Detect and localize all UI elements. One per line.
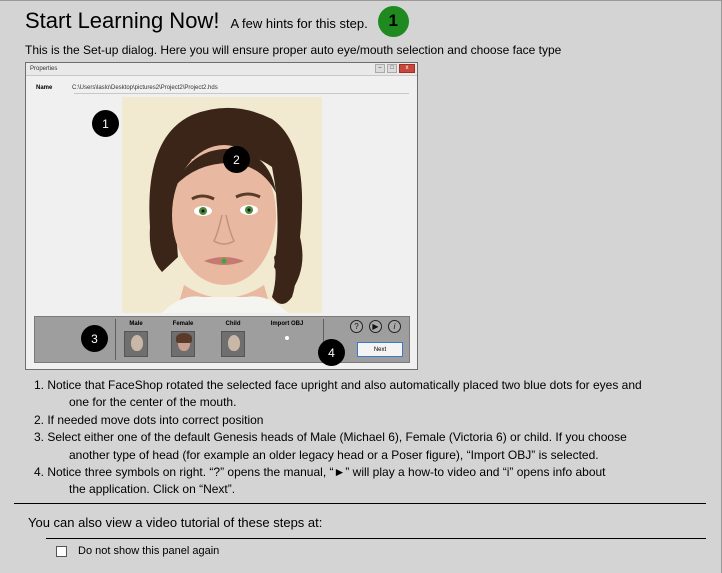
next-button[interactable]: Next xyxy=(357,342,403,357)
step-3-continued: another type of head (for example an old… xyxy=(69,447,599,462)
top-border xyxy=(0,0,722,1)
head-option-female[interactable]: Female xyxy=(163,321,203,357)
head-type-panel: 3 Male Female Child Import OBJ 4 ? ▶ i N… xyxy=(34,316,410,366)
head-option-import-obj[interactable]: Import OBJ xyxy=(259,321,315,340)
head-label-male: Male xyxy=(129,321,143,327)
name-label: Name xyxy=(36,85,53,91)
dialog-title: Properties xyxy=(30,66,58,72)
video-tutorial-text: You can also view a video tutorial of th… xyxy=(28,515,323,530)
step-badge: 1 xyxy=(377,5,409,37)
dont-show-again-checkbox[interactable] xyxy=(56,545,67,557)
callout-4: 4 xyxy=(318,339,345,366)
maximize-icon: □ xyxy=(387,64,397,73)
step-1-continued: one for the center of the mouth. xyxy=(69,395,237,410)
face-illustration xyxy=(122,97,322,313)
play-icon[interactable]: ▶ xyxy=(369,320,382,333)
info-icon[interactable]: i xyxy=(388,320,401,333)
instruction-list: 1. Notice that FaceShop rotated the sele… xyxy=(34,377,642,499)
dont-show-again-label: Do not show this panel again xyxy=(78,545,220,557)
divider-top xyxy=(14,503,706,504)
close-icon: x xyxy=(399,64,415,73)
head-option-child[interactable]: Child xyxy=(213,321,253,357)
step-3: 3. Select either one of the default Gene… xyxy=(34,430,627,445)
head-label-female: Female xyxy=(172,321,194,327)
dialog-titlebar: Properties – □ x xyxy=(26,63,417,76)
head-option-male[interactable]: Male xyxy=(116,321,156,357)
male-head-icon xyxy=(124,331,148,357)
child-head-icon xyxy=(221,331,245,357)
header: Start Learning Now! A few hints for this… xyxy=(25,5,409,37)
setup-dialog-screenshot: Properties – □ x Name C:\Users\laslo\Des… xyxy=(25,62,418,370)
head-label-child: Child xyxy=(225,321,241,327)
callout-2: 2 xyxy=(223,146,250,173)
page-subtitle: A few hints for this step. xyxy=(230,15,368,31)
name-row: Name C:\Users\laslo\Desktop\pictures2\Pr… xyxy=(36,85,218,91)
minimize-icon: – xyxy=(375,64,385,73)
import-radio-icon[interactable] xyxy=(285,336,289,340)
file-path: C:\Users\laslo\Desktop\pictures2\Project… xyxy=(72,85,218,91)
help-icon[interactable]: ? xyxy=(350,320,363,333)
step-4-continued: the application. Click on “Next”. xyxy=(69,482,236,497)
dont-show-again-row[interactable]: Do not show this panel again xyxy=(56,545,219,557)
head-label-import-obj: Import OBJ xyxy=(270,321,304,327)
female-head-icon xyxy=(171,331,195,357)
intro-text: This is the Set-up dialog. Here you will… xyxy=(25,43,562,57)
step-1: 1. Notice that FaceShop rotated the sele… xyxy=(34,378,642,392)
page-title: Start Learning Now! xyxy=(25,8,220,33)
path-underline xyxy=(74,93,409,94)
tool-icons: ? ▶ i xyxy=(350,320,401,333)
step-4: 4. Notice three symbols on right. “?” op… xyxy=(34,465,606,480)
divider-bottom xyxy=(46,538,706,539)
callout-1: 1 xyxy=(92,110,119,137)
callout-3: 3 xyxy=(81,325,108,352)
face-photo xyxy=(122,97,322,313)
step-2: 2. If needed move dots into correct posi… xyxy=(34,412,264,427)
window-buttons: – □ x xyxy=(375,64,415,73)
